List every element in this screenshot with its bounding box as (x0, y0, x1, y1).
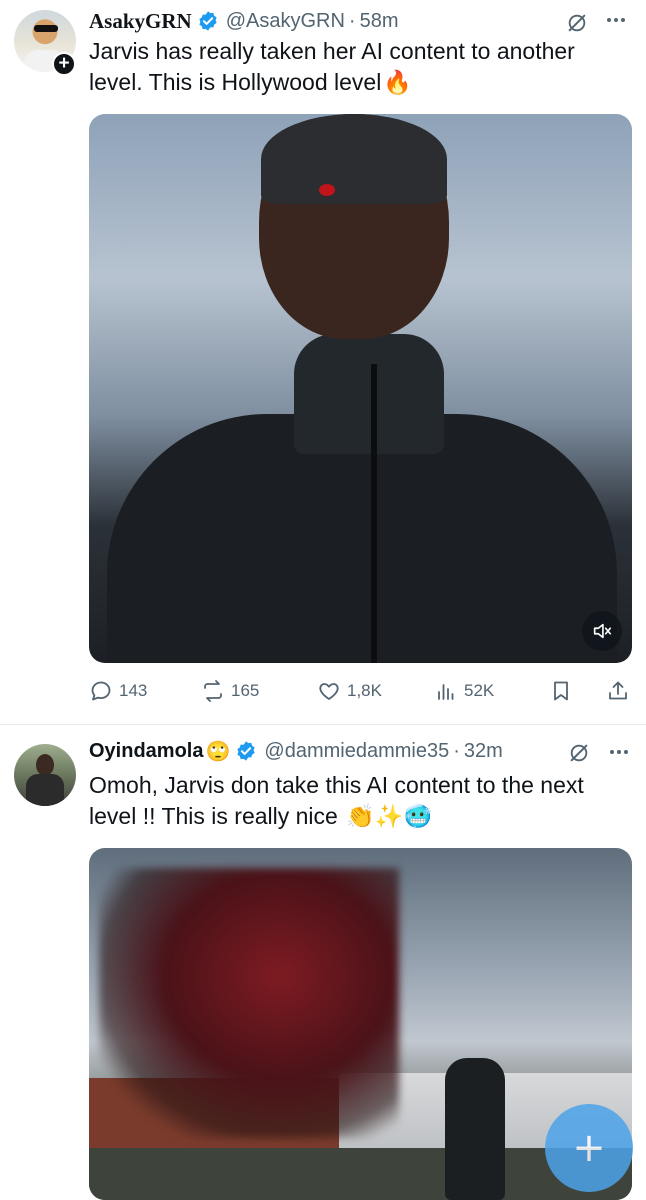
more-options-icon[interactable] (610, 742, 634, 762)
video-figure-zipper (371, 364, 377, 663)
tweet-divider (0, 724, 646, 725)
separator-dot: · (453, 739, 460, 762)
avatar-glasses (34, 25, 58, 32)
tweet-body: Omoh, Jarvis don take this AI content to… (89, 772, 584, 829)
display-name[interactable]: AsakyGRN (89, 9, 192, 34)
video-standing-figure (445, 1058, 505, 1200)
bookmark-button[interactable] (549, 675, 579, 707)
video-figure-red-eye (319, 184, 335, 196)
mute-toggle-icon[interactable] (582, 611, 622, 651)
fire-emoji: 🔥 (383, 69, 412, 95)
bookmark-icon (554, 681, 568, 701)
follow-plus-icon[interactable]: + (52, 52, 76, 76)
video-blurred-foreground (99, 868, 399, 1138)
avatar-body (26, 774, 64, 806)
grok-icon[interactable] (566, 12, 588, 34)
eye-roll-emoji: 🙄 (205, 740, 231, 763)
handle[interactable]: @dammiedammie35 (264, 740, 449, 763)
separator-dot: · (348, 9, 356, 32)
like-button[interactable]: 1,8K (317, 675, 382, 707)
share-icon (609, 681, 627, 700)
reply-count: 143 (119, 681, 148, 700)
view-count: 52K (464, 681, 495, 700)
tweet[interactable]: + AsakyGRN @AsakyGRN · 58m Jarvis has re… (0, 0, 646, 724)
tweet-body: Jarvis has really taken her AI content t… (89, 38, 575, 95)
timestamp[interactable]: 32m (464, 740, 503, 763)
views-button[interactable]: 52K (434, 675, 494, 707)
share-button[interactable] (606, 675, 636, 707)
compose-button[interactable]: + (545, 1104, 633, 1192)
avatar[interactable] (14, 744, 76, 806)
more-options-icon[interactable] (607, 10, 631, 30)
reply-icon (91, 681, 111, 701)
like-count: 1,8K (347, 681, 382, 700)
tweet-actions: 143 165 1,8K 52K (89, 675, 634, 707)
reaction-emojis: 👏✨🥶 (346, 803, 433, 829)
views-chart-icon (438, 684, 454, 700)
timestamp[interactable]: 58m (360, 10, 399, 33)
tweet-header: AsakyGRN @AsakyGRN · 58m (89, 6, 398, 36)
verified-badge-icon (237, 741, 256, 761)
repost-count: 165 (231, 681, 260, 700)
handle[interactable]: @AsakyGRN (226, 10, 345, 33)
tweet-video[interactable] (89, 114, 632, 663)
tweet-text: Jarvis has really taken her AI content t… (89, 36, 634, 98)
tweet-text: Omoh, Jarvis don take this AI content to… (89, 770, 634, 832)
heart-icon (319, 683, 339, 700)
plus-icon: + (572, 1125, 606, 1171)
repost-button[interactable]: 165 (201, 675, 259, 707)
verified-badge-icon (199, 11, 217, 31)
video-figure-headpiece (261, 114, 447, 204)
grok-icon[interactable] (568, 742, 590, 764)
repost-icon (204, 680, 222, 702)
tweet-header: Oyindamola 🙄 @dammiedammie35 · 32m (89, 736, 503, 766)
reply-button[interactable]: 143 (89, 675, 147, 707)
video-figure-collar (294, 334, 444, 454)
avatar-head (36, 754, 54, 776)
display-name[interactable]: Oyindamola (89, 740, 203, 763)
